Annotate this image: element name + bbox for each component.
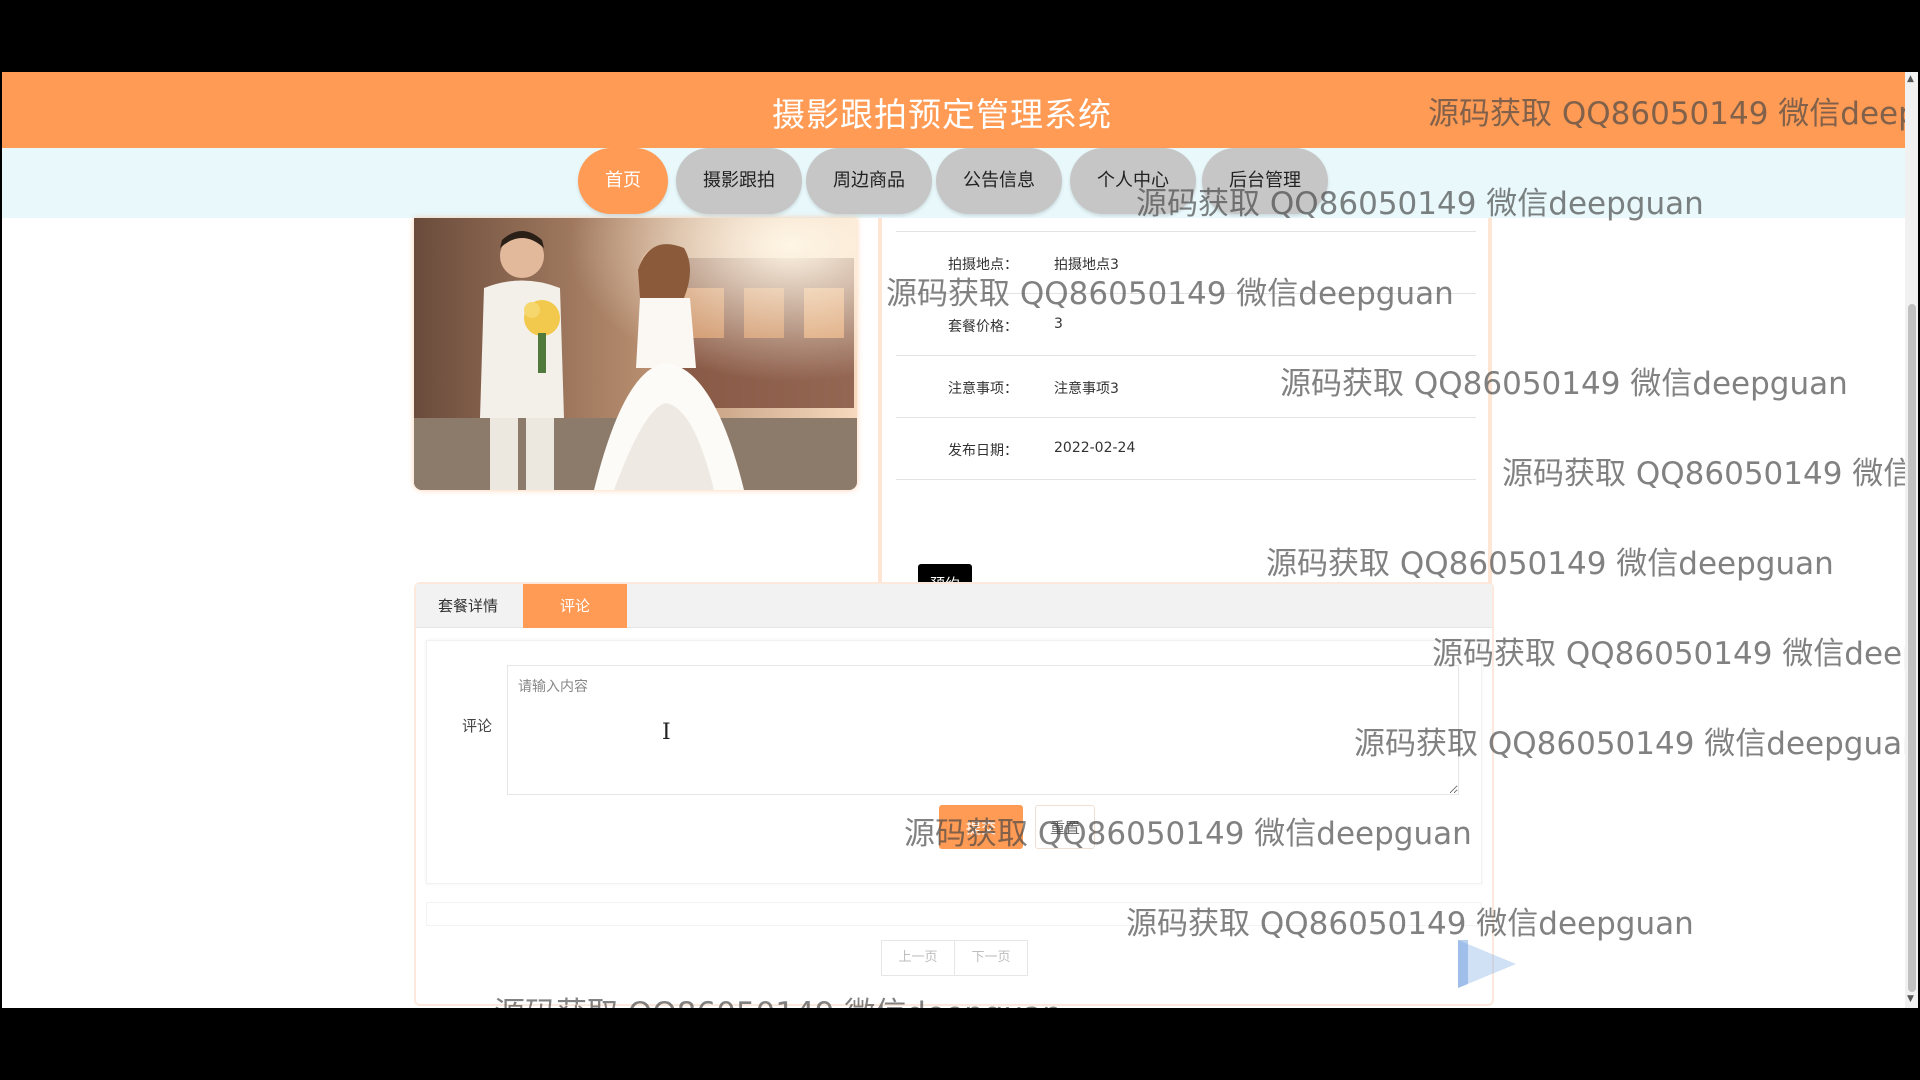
comment-list	[426, 902, 1482, 926]
info-row-location: 拍摄地点： 拍摄地点3	[896, 232, 1476, 294]
price-value: 3	[1054, 316, 1063, 332]
location-value: 拍摄地点3	[1054, 257, 1119, 273]
info-row-date: 发布日期： 2022-02-24	[896, 418, 1476, 480]
site-title: 摄影跟拍预定管理系统	[772, 95, 1112, 134]
scrollbar-thumb[interactable]	[1908, 304, 1916, 992]
next-page-button[interactable]: 下一页	[954, 940, 1028, 976]
player-logo-icon	[1458, 940, 1516, 988]
notes-label: 注意事项：	[948, 381, 1018, 397]
product-info-panel: 拍摄地点： 拍摄地点3 套餐价格： 3 注意事项： 注意事项3 发布日期： 20…	[878, 218, 1492, 631]
notes-value: 注意事项3	[1054, 381, 1119, 397]
browser-viewport: 摄影跟拍预定管理系统 首页 摄影跟拍 周边商品 公告信息 个人中心 后台管理 拍…	[2, 72, 1918, 1008]
vertical-scrollbar[interactable]: ▲ ▼	[1905, 72, 1918, 1008]
tab-comments[interactable]: 评论	[523, 584, 627, 628]
submit-comment-button[interactable]: 提交	[939, 805, 1023, 849]
watermark: 源码获取 QQ86050149 微信deepguan	[1502, 456, 1918, 492]
nav-item-personal-center[interactable]: 个人中心	[1070, 148, 1196, 214]
nav-item-announcements[interactable]: 公告信息	[936, 148, 1062, 214]
info-row-notes: 注意事项： 注意事项3	[896, 356, 1476, 418]
nav-item-photography[interactable]: 摄影跟拍	[676, 148, 802, 214]
tab-bar: 套餐详情 评论	[416, 584, 1492, 628]
site-header: 摄影跟拍预定管理系统	[2, 72, 1905, 148]
scroll-up-arrow-icon[interactable]: ▲	[1907, 74, 1914, 84]
text-cursor-icon: I	[662, 720, 671, 745]
comment-textarea[interactable]	[507, 665, 1459, 795]
nav-item-home[interactable]: 首页	[578, 148, 668, 214]
price-label: 套餐价格：	[948, 319, 1018, 335]
nav-item-products[interactable]: 周边商品	[806, 148, 932, 214]
product-photo	[414, 218, 857, 490]
location-label: 拍摄地点：	[948, 257, 1018, 273]
info-row-top	[896, 218, 1476, 232]
nav-item-admin[interactable]: 后台管理	[1202, 148, 1328, 214]
reset-comment-button[interactable]: 重置	[1035, 805, 1095, 849]
prev-page-button[interactable]: 上一页	[881, 940, 955, 976]
comment-form: 评论 提交 重置	[426, 640, 1482, 884]
info-row-price: 套餐价格： 3	[896, 294, 1476, 356]
comment-field-label: 评论	[462, 717, 493, 735]
date-value: 2022-02-24	[1054, 440, 1136, 456]
date-label: 发布日期：	[948, 443, 1018, 459]
detail-tabs-card: 套餐详情 评论 评论 提交 重置 上一页 下一页	[414, 582, 1494, 1006]
tab-package-details[interactable]: 套餐详情	[416, 584, 520, 628]
watermark: 源码获取 QQ86050149 微信deepguan	[1432, 636, 1918, 672]
wedding-photo-image	[414, 218, 857, 490]
scroll-down-arrow-icon[interactable]: ▼	[1907, 994, 1914, 1004]
